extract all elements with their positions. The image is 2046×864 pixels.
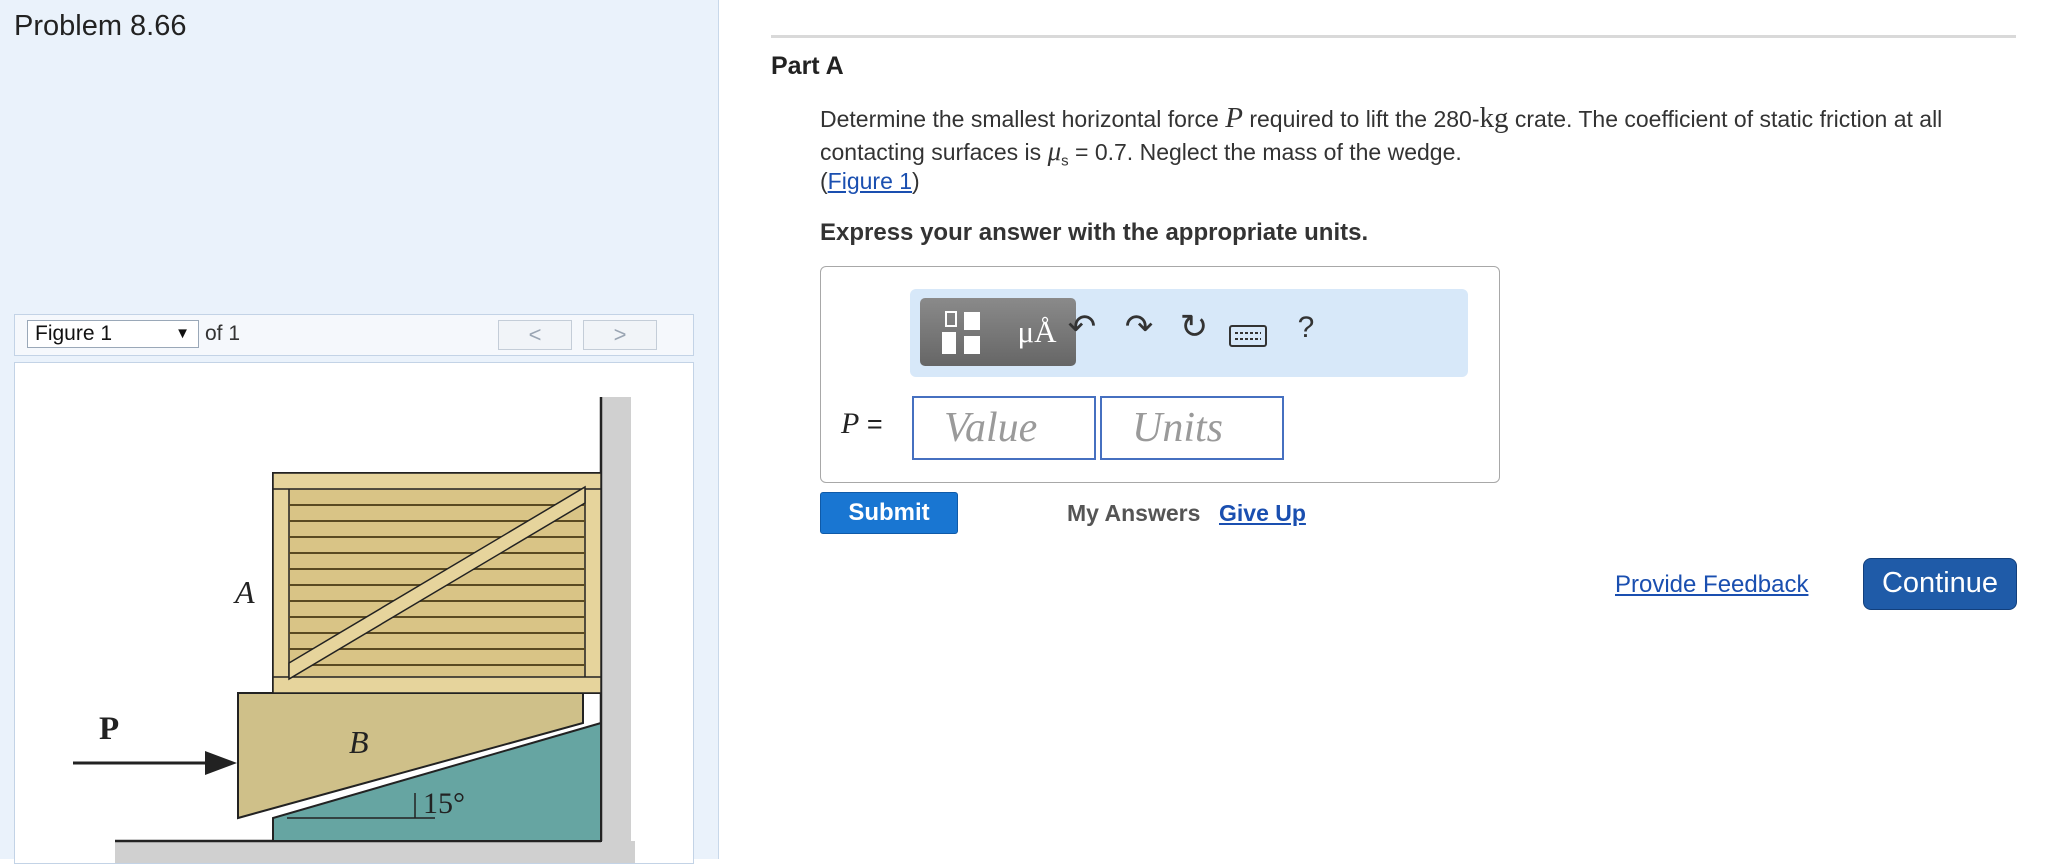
wedge-crate-diagram: P A B 15° [73, 397, 635, 863]
figure-pane: Problem 8.66 Figure 1 ▼ of 1 < > P A B 1… [0, 0, 719, 864]
label-B: B [349, 724, 369, 760]
mu-subscript: s [1061, 152, 1069, 170]
force-arrowhead [205, 751, 237, 775]
crate-post-left [272, 472, 290, 694]
undo-button[interactable]: ↶ [1057, 307, 1107, 347]
my-answers-label: My Answers [1067, 500, 1201, 526]
label-A: A [233, 574, 255, 610]
figure-count: of 1 [205, 322, 241, 345]
question-segment: Determine the smallest horizontal force [820, 106, 1226, 132]
answer-box: μÅ ↶ ↷ ↻ ? P = Value Units [820, 266, 1500, 483]
math-toolbar: μÅ ↶ ↷ ↻ ? [910, 289, 1468, 377]
dropdown-arrow-icon: ▼ [175, 325, 190, 342]
label-P: P [99, 711, 119, 747]
answer-label: P = [841, 407, 883, 441]
part-title: Part A [771, 52, 844, 80]
ground-shading [115, 841, 635, 863]
equals-sign: = [859, 409, 883, 439]
crate-top-rail [272, 472, 602, 490]
crate-post-right [584, 472, 602, 694]
reset-icon: ↻ [1179, 308, 1209, 346]
figure-select[interactable]: Figure 1 ▼ [27, 320, 199, 348]
keyboard-button[interactable] [1224, 319, 1274, 358]
next-figure-button[interactable]: > [583, 320, 657, 350]
continue-button[interactable]: Continue [1863, 558, 2017, 610]
undo-icon: ↶ [1067, 308, 1097, 346]
label-angle: 15° [423, 787, 465, 820]
mu-symbol: μ [1047, 136, 1062, 166]
answer-variable: P [841, 407, 860, 440]
redo-button[interactable]: ↷ [1114, 307, 1164, 347]
figure-link[interactable]: Figure 1 [828, 168, 912, 194]
figure-select-value: Figure 1 [35, 322, 113, 345]
units-icon: μÅ [1017, 314, 1057, 349]
divider [771, 35, 2016, 38]
help-icon: ? [1297, 311, 1315, 344]
chevron-left-icon: < [528, 322, 542, 347]
submit-button[interactable]: Submit [820, 492, 958, 534]
units-input[interactable]: Units [1100, 396, 1284, 460]
provide-feedback-link[interactable]: Provide Feedback [1615, 571, 1808, 599]
keyboard-icon [1229, 325, 1267, 347]
variable-P: P [1225, 102, 1243, 134]
wall-shading [601, 397, 631, 863]
prev-figure-button[interactable]: < [498, 320, 572, 350]
redo-icon: ↷ [1124, 308, 1154, 346]
figure-image: P A B 15° [14, 362, 694, 864]
crate-bottom-rail [272, 676, 602, 694]
help-button[interactable]: ? [1281, 311, 1331, 345]
reset-button[interactable]: ↻ [1169, 307, 1219, 347]
question-pane: Part A Determine the smallest horizontal… [719, 0, 2046, 859]
figure-link-row: (Figure 1) [820, 168, 920, 195]
question-text: Determine the smallest horizontal force … [820, 102, 2030, 178]
paren-close: ) [912, 168, 920, 194]
unit-kg: kg [1479, 102, 1509, 134]
value-input[interactable]: Value [912, 396, 1096, 460]
instruction-text: Express your answer with the appropriate… [820, 219, 1369, 246]
chevron-right-icon: > [613, 322, 627, 347]
paren-open: ( [820, 168, 828, 194]
give-up-link[interactable]: Give Up [1219, 500, 1306, 527]
question-segment: = 0.7. Neglect the mass of the wedge. [1068, 139, 1462, 165]
figure-nav-bar: Figure 1 ▼ of 1 < > [14, 314, 694, 356]
problem-title: Problem 8.66 [14, 10, 187, 42]
question-segment: required to lift the 280- [1242, 106, 1480, 132]
